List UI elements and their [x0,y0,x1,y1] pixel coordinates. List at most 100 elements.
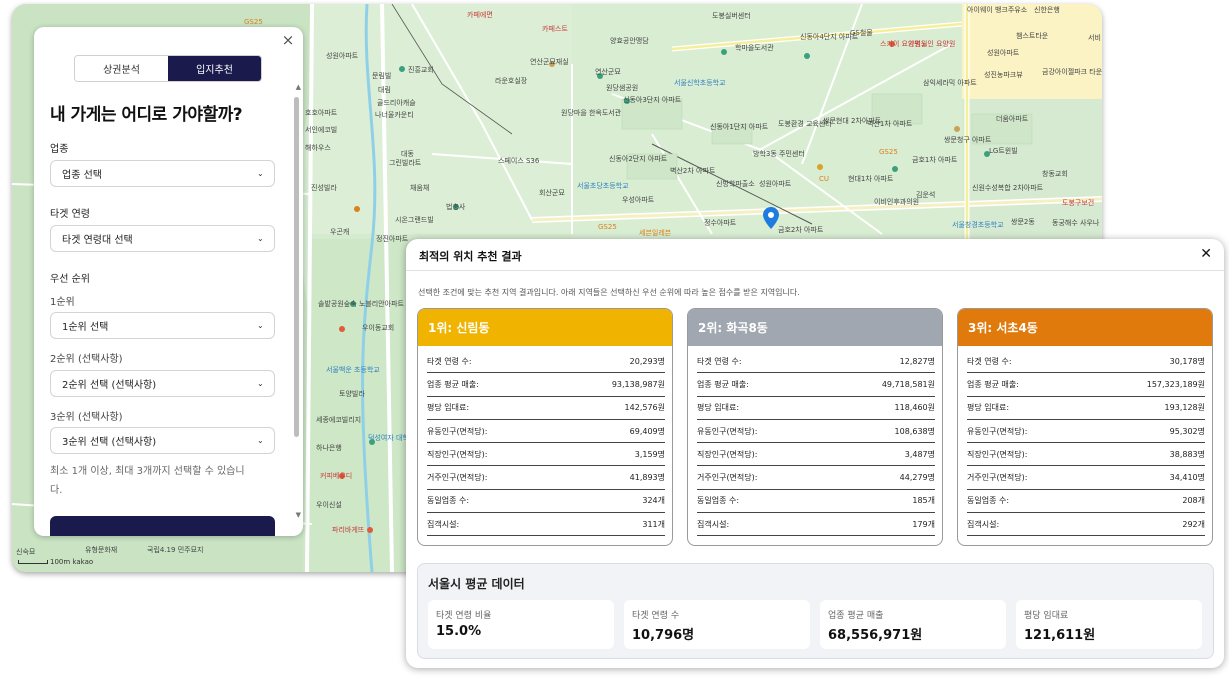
stat-row: 평당 임대료: 142,576원 [427,397,665,420]
map-label: 쌍문2동 [1011,218,1035,226]
map-label: 신동아3단지 아파트 [623,96,682,104]
tab-commercial-analysis[interactable]: 상권분석 [75,56,168,81]
map-label: 세븐일레븐 [639,229,672,237]
priority-2-select-value: 2순위 선택 (선택사항) [62,380,157,391]
stat-row: 업종 평균 매출: 157,323,189원 [967,373,1205,397]
map-label: 카페스트 [542,25,568,33]
map-label: 성원아파트 [987,49,1020,57]
target-age-select-value: 타겟 연령대 선택 [62,235,133,246]
average-stat-box: 타겟 연령 비율 15.0% [428,600,614,649]
target-age-select[interactable]: 타겟 연령대 선택 ⌄ [50,225,275,252]
industry-label: 업종 [50,144,69,155]
map-label: 커피베우디 [320,472,353,480]
divider [406,270,1224,271]
result-card-rank-1: 1위: 신림동 타겟 연령 수: 20,293명 업종 평균 매출: 93,138,… [417,308,673,546]
close-icon[interactable]: ✕ [1200,246,1212,262]
stat-row: 직장인구(면적당): 3,159명 [427,443,665,467]
chevron-down-icon: ⌄ [257,379,264,388]
map-label: 원당샘공원 [606,84,639,92]
priority-1-select[interactable]: 1순위 선택 ⌄ [50,312,275,339]
map-label: 그린빌라트 [389,159,422,167]
map-label: 골드리아캐슬 [377,99,416,107]
scrollbar-thumb[interactable] [294,97,299,437]
map-label: 세종에코빌리지 [316,416,362,424]
map-label: 회산군묘 [539,189,565,197]
map-label: 챔스트타운 [1016,32,1049,40]
map-label: 금강아이젤파크 타운아파트 [1042,68,1102,76]
panel-title: 내 가게는 어디로 가야할까? [50,105,243,125]
map-label: 더움아파트 [996,115,1029,123]
stat-row: 유동인구(면적당): 108,638명 [697,420,935,444]
stat-row: 집객시설: 292개 [967,513,1205,537]
stat-row: 거주인구(면적당): 41,893명 [427,466,665,490]
map-label: 서울백운 초등학교 [326,366,380,374]
map-label: 서울초당초등학교 [577,182,629,190]
map-label: 신동아2단지 아파트 [609,155,668,163]
average-stat-label: 업종 평균 매출 [828,611,884,621]
priority-3-select[interactable]: 3순위 선택 (선택사항) ⌄ [50,427,275,454]
average-stat-label: 타겟 연령 비율 [436,611,492,621]
priority-3-select-value: 3순위 선택 (선택사항) [62,437,157,448]
stat-row: 유동인구(면적당): 95,302명 [967,420,1205,444]
target-age-label: 타겟 연령 [50,209,90,220]
stat-row: 타겟 연령 수: 30,178명 [967,350,1205,374]
stat-row: 유동인구(면적당): 69,409명 [427,420,665,444]
map-label: 성원아파트 [759,180,792,188]
stat-row: 업종 평균 매출: 93,138,987원 [427,373,665,397]
map-label: 신동아1단지 아파트 [710,123,769,131]
map-label: 유형문화재 [85,546,118,554]
map-label: 호호아파트 [305,109,338,117]
tab-location-recommend[interactable]: 입지추천 [168,56,261,81]
map-label: 국립4.19 민주묘지 [147,546,204,554]
chevron-down-icon: ⌄ [257,436,264,445]
map-label: GS철물 [850,29,873,37]
map-label: 벽산1차 아파트 [867,120,913,128]
average-title: 서울시 평균 데이터 [428,577,525,591]
map-label: 가원노인 요양원 [908,40,956,48]
industry-select[interactable]: 업종 선택 ⌄ [50,160,275,187]
map-label: 서비 [1088,34,1101,42]
chevron-down-icon: ⌄ [257,169,264,178]
map-label: 서인에코빌 [305,126,338,134]
map-label: 대림 [378,86,391,94]
map-label: 서울창경초등학교 [952,221,1004,229]
stat-row: 집객시설: 311개 [427,513,665,537]
stat-row: 집객시설: 179개 [697,513,935,537]
map-label: GS25 [879,148,898,156]
priority-2-select[interactable]: 2순위 선택 (선택사항) ⌄ [50,370,275,397]
map-label: 카페에면 [467,11,493,19]
stat-row: 평당 임대료: 193,128원 [967,397,1205,420]
location-recommend-panel: × 상권분석 입지추천 내 가게는 어디로 가야할까? 업종 업종 선택 ⌄ 타… [34,27,303,536]
map-label: 서울신학초등학교 [674,79,726,87]
location-pin-icon[interactable] [763,207,779,229]
stat-row: 타겟 연령 수: 20,293명 [427,350,665,374]
panel-tabs: 상권분석 입지추천 [74,55,262,82]
priority-1-select-value: 1순위 선택 [62,322,109,333]
map-label: 신방학파출소 [716,180,755,188]
map-label: 벽산2차 아파트 [670,167,716,175]
map-label: 정진아파트 [376,235,409,243]
priority-2-label: 2순위 (선택사항) [50,354,123,365]
stat-row: 타겟 연령 수: 12,827명 [697,350,935,374]
card-title: 3위: 서초4동 [958,309,1212,346]
submit-button[interactable] [50,516,275,536]
map-label: 금호2차 아파트 [778,226,824,234]
average-stat-value: 68,556,971원 [828,628,923,643]
map-label: 신한은행 [1034,6,1060,14]
card-title: 2위: 화곡8동 [688,309,942,346]
priority-3-label: 3순위 (선택사항) [50,412,123,423]
map-label: 시온그랜드빌 [395,216,434,224]
average-stat-value: 10,796명 [632,628,695,643]
scroll-down-icon[interactable]: ▼ [296,511,301,519]
close-icon[interactable]: × [281,33,295,48]
map-label: 도봉구보건 [1062,199,1095,207]
seoul-average-section: 서울시 평균 데이터 타겟 연령 비율 15.0% 타겟 연령 수 10,796… [417,563,1214,659]
map-label: 아이웨이 뱅크주유소 [967,6,1028,14]
map-label: 현대1차 아파트 [848,175,894,183]
map-label: 신원수성복합 2차아파트 [972,184,1044,192]
stat-row: 직장인구(면적당): 38,883명 [967,443,1205,467]
map-label: 연산군묘 [595,68,621,76]
average-stat-box: 업종 평균 매출 68,556,971원 [820,600,1006,649]
scroll-up-icon[interactable]: ▲ [296,83,301,91]
map-label: 이비인후과의원 [874,198,920,206]
